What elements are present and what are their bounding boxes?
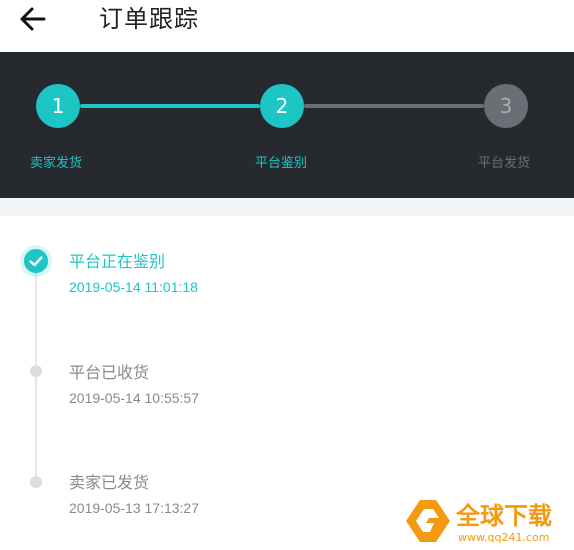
timeline-status-3: 卖家已发货 — [69, 473, 150, 492]
timeline-node-2 — [30, 365, 42, 377]
step-2-label: 平台鉴别 — [255, 156, 308, 171]
step-1-label: 卖家发货 — [30, 156, 83, 171]
timeline-node-active — [24, 249, 48, 273]
app-header: 订单跟踪 — [0, 0, 574, 52]
back-button[interactable] — [14, 2, 54, 36]
watermark-url: www.qq241.com — [458, 531, 549, 544]
timeline-status-2: 平台已收货 — [69, 363, 150, 382]
watermark-text: 全球下载 — [455, 502, 552, 530]
step-1-circle: 1 — [36, 84, 80, 128]
timeline-time-2: 2019-05-14 10:55:57 — [69, 390, 199, 406]
step-connector-2-3 — [304, 104, 484, 108]
check-icon — [29, 256, 43, 267]
timeline-status-1: 平台正在鉴别 — [69, 252, 166, 271]
section-divider — [0, 198, 574, 216]
watermark-logo: 全球下载 www.qq241.com — [398, 496, 570, 546]
step-3-label: 平台发货 — [478, 156, 531, 171]
timeline-time-1: 2019-05-14 11:01:18 — [69, 279, 198, 295]
step-3-circle: 3 — [484, 84, 528, 128]
timeline-node-3 — [30, 476, 42, 488]
step-2-circle: 2 — [260, 84, 304, 128]
progress-stepper: 1 2 3 卖家发货 平台鉴别 平台发货 — [0, 52, 574, 198]
timeline-time-3: 2019-05-13 17:13:27 — [69, 500, 199, 516]
page-title: 订单跟踪 — [99, 5, 199, 33]
arrow-left-icon — [20, 7, 46, 31]
step-connector-1-2 — [80, 104, 260, 108]
